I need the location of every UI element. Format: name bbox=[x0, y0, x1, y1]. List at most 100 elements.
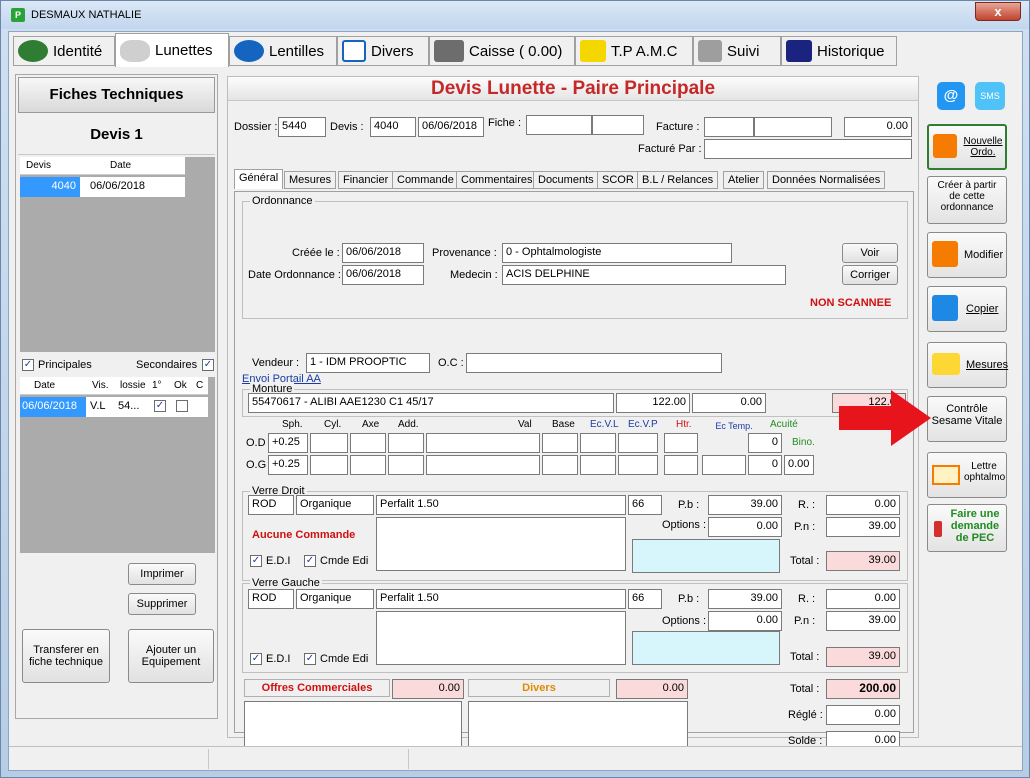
tab-suivi[interactable]: Suivi bbox=[693, 36, 781, 66]
modifier-button[interactable]: Modifier bbox=[927, 232, 1007, 278]
og-base[interactable] bbox=[542, 455, 578, 475]
vd-material[interactable]: Organique bbox=[296, 495, 374, 515]
vd-notes[interactable] bbox=[376, 517, 626, 571]
secondaires-checkbox[interactable]: ✓ bbox=[202, 359, 214, 371]
vg-code[interactable]: ROD bbox=[248, 589, 294, 609]
tab-divers[interactable]: Divers bbox=[337, 36, 429, 66]
close-button[interactable]: x bbox=[975, 2, 1021, 21]
og-ecvp[interactable] bbox=[618, 455, 658, 475]
vd-name[interactable]: Perfalit 1.50 bbox=[376, 495, 626, 515]
od-axe[interactable] bbox=[350, 433, 386, 453]
tab-scor[interactable]: SCOR bbox=[597, 171, 639, 189]
oc-field[interactable] bbox=[466, 353, 722, 373]
controle-sesame-button[interactable]: Contrôle Sesame Vitale bbox=[927, 396, 1007, 442]
fiche-field-2[interactable] bbox=[592, 115, 644, 135]
tab-atelier[interactable]: Atelier bbox=[723, 171, 765, 189]
facture-field-2[interactable] bbox=[754, 117, 832, 137]
fiche-field[interactable] bbox=[526, 115, 592, 135]
vd-r[interactable]: 0.00 bbox=[826, 495, 900, 515]
monture-price-field[interactable]: 122.00 bbox=[616, 393, 690, 413]
copier-button[interactable]: Copier bbox=[927, 286, 1007, 332]
og-sph[interactable]: +0.25 bbox=[268, 455, 308, 475]
tab-caisse[interactable]: Caisse ( 0.00) bbox=[429, 36, 575, 66]
od-htr[interactable] bbox=[664, 433, 698, 453]
vg-notes[interactable] bbox=[376, 611, 626, 665]
ord-ok-checkbox[interactable] bbox=[176, 400, 188, 412]
vg-material[interactable]: Organique bbox=[296, 589, 374, 609]
og-add[interactable] bbox=[388, 455, 424, 475]
supprimer-button[interactable]: Supprimer bbox=[128, 593, 196, 615]
regle-field[interactable]: 0.00 bbox=[826, 705, 900, 725]
voir-button[interactable]: Voir bbox=[842, 243, 898, 263]
principales-checkbox[interactable]: ✓ bbox=[22, 359, 34, 371]
og-cyl[interactable] bbox=[310, 455, 348, 475]
tab-documents[interactable]: Documents bbox=[533, 171, 599, 189]
tab-mesures[interactable]: Mesures bbox=[284, 171, 337, 189]
email-icon[interactable]: @ bbox=[937, 82, 965, 110]
vg-name[interactable]: Perfalit 1.50 bbox=[376, 589, 626, 609]
og-ecvl[interactable] bbox=[580, 455, 616, 475]
ajouter-equipement-button[interactable]: Ajouter un Equipement bbox=[128, 629, 214, 683]
og-acuite[interactable]: 0 bbox=[748, 455, 782, 475]
provenance-field[interactable]: 0 - Ophtalmologiste bbox=[502, 243, 732, 263]
vd-options-detail[interactable] bbox=[632, 539, 780, 573]
vendeur-field[interactable]: 1 - IDM PROOPTIC bbox=[306, 353, 430, 373]
vd-pb[interactable]: 39.00 bbox=[708, 495, 782, 515]
tab-identite[interactable]: Identité bbox=[13, 36, 115, 66]
ord-first-checkbox[interactable]: ✓ bbox=[154, 400, 166, 412]
od-acuite[interactable]: 0 bbox=[748, 433, 782, 453]
vd-edi-checkbox[interactable]: ✓ bbox=[250, 555, 262, 567]
og-bino[interactable]: 0.00 bbox=[784, 455, 814, 475]
od-ecvp[interactable] bbox=[618, 433, 658, 453]
od-add[interactable] bbox=[388, 433, 424, 453]
mesures-button[interactable]: Mesures bbox=[927, 342, 1008, 388]
ord-row[interactable]: 06/06/2018 V.L 54... ✓ bbox=[20, 397, 208, 417]
vg-options[interactable]: 0.00 bbox=[708, 611, 782, 631]
vd-cmde-checkbox[interactable]: ✓ bbox=[304, 555, 316, 567]
vd-options[interactable]: 0.00 bbox=[708, 517, 782, 537]
devis-row[interactable]: 4040 06/06/2018 bbox=[20, 177, 185, 197]
imprimer-button[interactable]: Imprimer bbox=[128, 563, 196, 585]
sms-icon[interactable]: SMS bbox=[975, 82, 1005, 110]
vg-pn[interactable]: 39.00 bbox=[826, 611, 900, 631]
tab-donnees-normalisees[interactable]: Données Normalisées bbox=[767, 171, 886, 189]
vg-edi-checkbox[interactable]: ✓ bbox=[250, 653, 262, 665]
tab-commentaires[interactable]: Commentaires bbox=[456, 171, 538, 189]
od-ecvl[interactable] bbox=[580, 433, 616, 453]
facture-par-field[interactable] bbox=[704, 139, 912, 159]
tab-general[interactable]: Général bbox=[234, 169, 284, 189]
tab-commande[interactable]: Commande bbox=[392, 171, 459, 189]
od-sph[interactable]: +0.25 bbox=[268, 433, 308, 453]
nouvelle-ordo-button[interactable]: Nouvelle Ordo. bbox=[927, 124, 1007, 170]
og-val[interactable] bbox=[426, 455, 540, 475]
vg-diam[interactable]: 66 bbox=[628, 589, 662, 609]
tab-lentilles[interactable]: Lentilles bbox=[229, 36, 337, 66]
demande-pec-button[interactable]: Faire une demande de PEC bbox=[927, 504, 1007, 552]
date-ord-field[interactable]: 06/06/2018 bbox=[342, 265, 424, 285]
od-val[interactable] bbox=[426, 433, 540, 453]
vg-cmde-checkbox[interactable]: ✓ bbox=[304, 653, 316, 665]
corriger-button[interactable]: Corriger bbox=[842, 265, 898, 285]
tab-lunettes[interactable]: Lunettes bbox=[115, 33, 229, 67]
vd-diam[interactable]: 66 bbox=[628, 495, 662, 515]
monture-ref-field[interactable]: 55470617 - ALIBI AAE1230 C1 45/17 bbox=[248, 393, 614, 413]
facture-amount[interactable]: 0.00 bbox=[844, 117, 912, 137]
og-htr[interactable] bbox=[664, 455, 698, 475]
od-base[interactable] bbox=[542, 433, 578, 453]
vg-pb[interactable]: 39.00 bbox=[708, 589, 782, 609]
devis-date-field[interactable]: 06/06/2018 bbox=[418, 117, 484, 137]
vd-code[interactable]: ROD bbox=[248, 495, 294, 515]
tab-bl-relances[interactable]: B.L / Relances bbox=[637, 171, 719, 189]
tab-financier[interactable]: Financier bbox=[338, 171, 394, 189]
facture-field[interactable] bbox=[704, 117, 754, 137]
devis-field[interactable]: 4040 bbox=[370, 117, 416, 137]
creer-ordo-button[interactable]: Créer à partir de cette ordonnance bbox=[927, 176, 1007, 224]
od-cyl[interactable] bbox=[310, 433, 348, 453]
vg-r[interactable]: 0.00 bbox=[826, 589, 900, 609]
dossier-field[interactable]: 5440 bbox=[278, 117, 326, 137]
medecin-field[interactable]: ACIS DELPHINE bbox=[502, 265, 786, 285]
vg-options-detail[interactable] bbox=[632, 631, 780, 665]
tab-tpamc[interactable]: T.P A.M.C bbox=[575, 36, 693, 66]
tab-historique[interactable]: Historique bbox=[781, 36, 897, 66]
og-axe[interactable] bbox=[350, 455, 386, 475]
